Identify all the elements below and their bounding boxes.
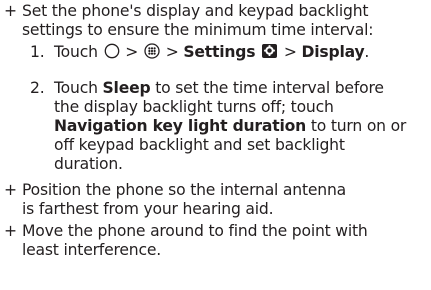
document-page: + Set the phone's display and keypad bac…	[0, 0, 431, 290]
step-1-prefix: Touch	[54, 43, 98, 61]
bullet-marker: +	[4, 181, 17, 199]
settings-label: Settings	[183, 43, 256, 61]
step-1-separator: >	[165, 43, 179, 61]
step-2-number: 2.	[30, 79, 45, 97]
settings-gear-icon	[261, 43, 278, 59]
step-2-line-2: the display backlight turns off; touch	[54, 98, 334, 116]
item-2-line-2: is farthest from your hearing aid.	[22, 200, 274, 218]
item-3-line-2: least interference.	[22, 241, 161, 259]
display-label: Display	[301, 43, 365, 61]
step-1-separator: >	[283, 43, 297, 61]
step-2-line-3: Navigation key light duration to turn on…	[54, 117, 406, 137]
step-2-line-1-rest: to set the time interval before	[155, 79, 384, 97]
home-circle-icon	[104, 43, 120, 59]
step-2-line-1: Touch Sleep to set the time interval bef…	[54, 79, 384, 99]
step-1-number: 1.	[30, 43, 45, 61]
item-3-line-1: Move the phone around to find the point …	[22, 222, 368, 240]
item-1-line-2: settings to ensure the minimum time inte…	[22, 21, 374, 39]
navigation-key-light-label: Navigation key light duration	[54, 117, 307, 135]
bullet-marker: +	[4, 222, 17, 240]
item-1-line-1: Set the phone's display and keypad backl…	[22, 2, 369, 20]
step-1-line: Touch > > Settings > Display.	[54, 43, 369, 63]
step-1-period: .	[364, 43, 370, 61]
step-2-touch: Touch	[54, 79, 98, 97]
step-1-separator: >	[125, 43, 139, 61]
step-2-line-4: off keypad backlight and set backlight	[54, 136, 345, 154]
apps-icon	[144, 43, 160, 59]
sleep-label: Sleep	[102, 79, 151, 97]
bullet-marker: +	[4, 2, 17, 20]
item-2-line-1: Position the phone so the internal anten…	[22, 181, 347, 199]
step-2-line-5: duration.	[54, 155, 123, 173]
step-2-line-3-rest: to turn on or	[310, 117, 407, 135]
